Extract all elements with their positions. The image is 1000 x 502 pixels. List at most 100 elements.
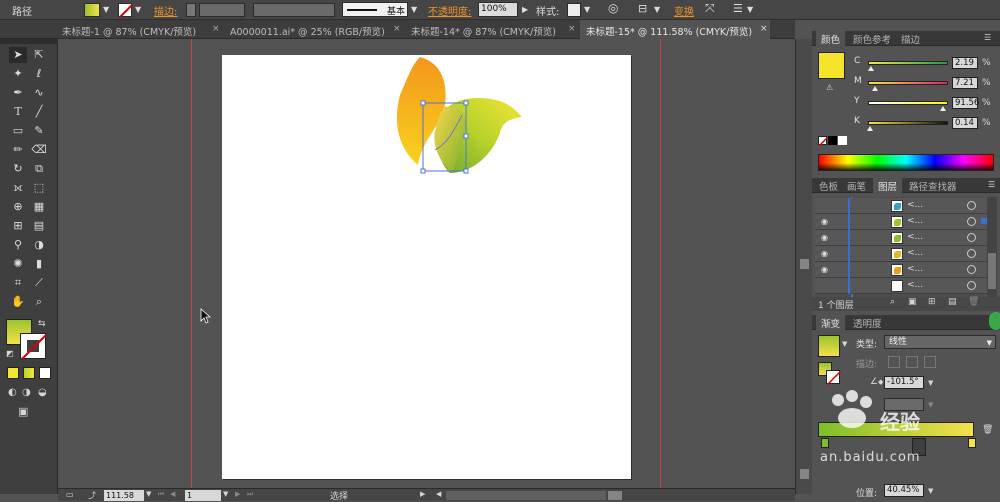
- visibility-eye-icon[interactable]: ◉: [821, 233, 828, 242]
- vertical-scrollbar[interactable]: [795, 39, 812, 494]
- lasso-tool-icon[interactable]: ℓ: [30, 66, 48, 82]
- current-color-swatch[interactable]: [818, 52, 845, 79]
- zoom-dropdown-icon[interactable]: ▼: [146, 490, 151, 498]
- location-input[interactable]: 40.45%: [884, 484, 924, 497]
- angle-input[interactable]: -101.5°: [884, 376, 924, 389]
- slider-knob[interactable]: [871, 86, 878, 91]
- style-swatch[interactable]: [567, 3, 581, 17]
- delete-stop-icon[interactable]: 🗑: [982, 425, 993, 435]
- align-dropdown-icon[interactable]: ▼: [654, 5, 660, 14]
- slider-knob[interactable]: [866, 126, 873, 131]
- artboard[interactable]: [222, 55, 631, 479]
- artboard-number-input[interactable]: 1: [185, 490, 221, 501]
- free-transform-tool-icon[interactable]: ⬚: [30, 180, 48, 196]
- tab-close-icon[interactable]: ×: [212, 24, 220, 34]
- draw-inside-icon[interactable]: ◒: [38, 387, 47, 398]
- tab-swatches[interactable]: 色板: [814, 178, 843, 193]
- panel-menu-icon[interactable]: ☰: [984, 33, 991, 42]
- horizontal-scrollbar[interactable]: [446, 491, 606, 500]
- opacity-input[interactable]: 100%: [478, 2, 518, 17]
- curvature-tool-icon[interactable]: ∿: [30, 85, 48, 101]
- gradient-type-select[interactable]: 线性 ▼: [884, 335, 996, 349]
- magic-wand-tool-icon[interactable]: ✦: [9, 66, 27, 82]
- panel-menu-icon[interactable]: ☰: [733, 2, 743, 15]
- leaf-artwork[interactable]: [390, 55, 530, 180]
- visibility-eye-icon[interactable]: ◉: [821, 249, 828, 258]
- clipping-mask-icon[interactable]: ▣: [908, 297, 917, 307]
- draw-mode-icon[interactable]: ◐: [8, 387, 17, 398]
- layer-row[interactable]: ◉ <...: [815, 214, 995, 230]
- hscroll-left-icon[interactable]: ◀: [436, 490, 441, 498]
- target-circle-icon[interactable]: [967, 233, 976, 242]
- none-color-swatch[interactable]: [818, 136, 829, 147]
- variable-width-select[interactable]: [253, 3, 335, 17]
- visibility-eye-icon[interactable]: ◉: [821, 217, 828, 226]
- target-circle-icon[interactable]: [967, 281, 976, 290]
- new-sublayer-icon[interactable]: ⊞: [928, 297, 936, 307]
- channel-value-input[interactable]: 7.21: [952, 77, 978, 89]
- eraser-tool-icon[interactable]: ⌫: [30, 142, 48, 158]
- pencil-tool-icon[interactable]: ✏: [9, 142, 27, 158]
- locate-object-icon[interactable]: ⌕: [890, 297, 895, 307]
- gradient-preview-dropdown-icon[interactable]: ▼: [842, 340, 847, 348]
- stroke-weight-stepper[interactable]: [186, 3, 196, 17]
- out-of-gamut-icon[interactable]: ⚠: [826, 83, 833, 92]
- channel-slider[interactable]: [868, 121, 948, 125]
- scroll-thumb[interactable]: [800, 259, 809, 269]
- rotate-tool-icon[interactable]: ↻: [9, 161, 27, 177]
- target-circle-icon[interactable]: [967, 201, 976, 210]
- target-circle-icon[interactable]: [967, 249, 976, 258]
- tab-doc-2[interactable]: A0000011.ai* @ 25% (RGB/预览): [230, 20, 402, 39]
- gradient-preview[interactable]: [818, 335, 840, 357]
- type-tool-icon[interactable]: T: [9, 104, 27, 120]
- fill-swatch[interactable]: [84, 3, 100, 17]
- draw-behind-icon[interactable]: ◑: [22, 387, 31, 398]
- fill-dropdown-icon[interactable]: ▼: [103, 5, 109, 14]
- width-tool-icon[interactable]: ⟗: [9, 180, 27, 196]
- channel-value-input[interactable]: 91.56: [952, 97, 979, 109]
- column-graph-tool-icon[interactable]: ▮: [30, 256, 48, 272]
- direct-selection-tool-icon[interactable]: ⇱: [30, 47, 48, 63]
- shape-builder-tool-icon[interactable]: ⊕: [9, 199, 27, 215]
- stroke-weight-input[interactable]: [199, 3, 245, 17]
- tab-doc-1[interactable]: 未标题-1 @ 87% (CMYK/预览): [62, 20, 222, 39]
- hscroll-thumb[interactable]: [608, 491, 622, 500]
- blend-tool-icon[interactable]: ◑: [30, 237, 48, 253]
- tab-pathfinder[interactable]: 路径查找器: [904, 178, 962, 193]
- layer-row[interactable]: ◉ <...: [815, 230, 995, 246]
- slice-tool-icon[interactable]: ⟋: [30, 275, 48, 291]
- scroll-thumb-lower[interactable]: [800, 469, 809, 479]
- gradient-tool-icon[interactable]: ▤: [30, 218, 48, 234]
- channel-value-input[interactable]: 0.14: [952, 117, 978, 129]
- tab-color[interactable]: 颜色: [816, 31, 846, 46]
- page-dropdown-icon[interactable]: ▼: [223, 490, 228, 498]
- gradient-stop-right[interactable]: [968, 438, 976, 448]
- channel-value-input[interactable]: 2.19: [952, 57, 978, 69]
- opacity-arrow-icon[interactable]: ▶: [522, 5, 528, 14]
- eyedropper-tool-icon[interactable]: ⚲: [9, 237, 27, 253]
- artboard-tool-icon[interactable]: ⌗: [9, 275, 27, 291]
- next-artboard-icon[interactable]: ▶: [235, 490, 240, 498]
- stroke-mode-2-icon[interactable]: [906, 356, 918, 368]
- new-layer-icon[interactable]: ▤: [948, 297, 957, 307]
- last-artboard-icon[interactable]: ⏭: [247, 490, 253, 499]
- angle-stepper-icon[interactable]: ◆: [878, 378, 883, 386]
- tab-transparency[interactable]: 透明度: [848, 315, 887, 330]
- align-icon[interactable]: ⊟: [638, 2, 647, 15]
- tab-close-icon[interactable]: ×: [568, 24, 576, 34]
- share-icon[interactable]: ⤴: [88, 490, 96, 501]
- scale-tool-icon[interactable]: ⧉: [30, 161, 48, 177]
- prev-artboard-icon[interactable]: ◀: [170, 490, 175, 498]
- swap-icon[interactable]: ⇆: [38, 319, 46, 329]
- layer-row[interactable]: ◉ <...: [815, 246, 995, 262]
- recolor-icon[interactable]: ◎: [608, 1, 618, 15]
- slider-knob[interactable]: [867, 66, 874, 71]
- layer-row[interactable]: <...: [815, 198, 995, 214]
- color-spectrum[interactable]: [818, 154, 994, 171]
- stroke-label[interactable]: 描边:: [154, 3, 177, 18]
- none-mode-icon[interactable]: [39, 367, 51, 379]
- target-circle-icon[interactable]: [967, 217, 976, 226]
- stroke-profile-select[interactable]: 基本: [342, 2, 408, 17]
- symbol-sprayer-tool-icon[interactable]: ✺: [9, 256, 27, 272]
- zoom-input[interactable]: 111.58: [104, 490, 144, 501]
